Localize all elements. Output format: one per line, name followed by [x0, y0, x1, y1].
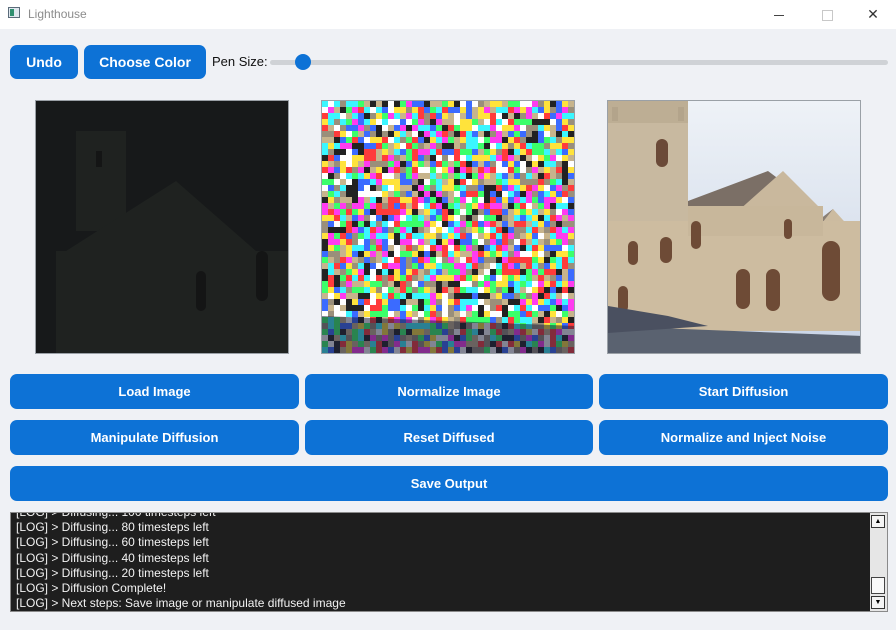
log-lines: [LOG] > Diffusing... 100 timesteps left[… [16, 512, 867, 611]
normalize-image-button[interactable]: Normalize Image [305, 374, 593, 409]
log-scrollbar[interactable]: ▲ ▼ [870, 513, 887, 611]
load-image-button[interactable]: Load Image [10, 374, 299, 409]
pen-size-slider[interactable] [270, 60, 888, 65]
log-line: [LOG] > Diffusing... 100 timesteps left [16, 512, 216, 519]
close-icon[interactable]: ✕ [850, 0, 896, 29]
undo-button[interactable]: Undo [10, 45, 78, 79]
log-console[interactable]: [LOG] > Diffusing... 100 timesteps left[… [10, 512, 888, 612]
start-diffusion-button[interactable]: Start Diffusion [599, 374, 888, 409]
log-line: [LOG] > Diffusing... 40 timesteps left [16, 550, 209, 565]
output-image[interactable] [607, 100, 861, 354]
choose-color-button[interactable]: Choose Color [84, 45, 206, 79]
manipulate-diffusion-button[interactable]: Manipulate Diffusion [10, 420, 299, 455]
normalize-inject-noise-button[interactable]: Normalize and Inject Noise [599, 420, 888, 455]
title-bar: Lighthouse ✕ [0, 0, 896, 29]
log-line: [LOG] > Diffusing... 60 timesteps left [16, 535, 209, 550]
save-output-button[interactable]: Save Output [10, 466, 888, 501]
log-line: [LOG] > Next steps: Save image or manipu… [16, 596, 346, 611]
maximize-icon[interactable] [804, 0, 850, 29]
scroll-up-icon[interactable]: ▲ [871, 515, 885, 528]
minimize-icon[interactable] [756, 0, 802, 29]
log-line: [LOG] > Diffusing... 20 timesteps left [16, 565, 209, 580]
app-icon [8, 7, 20, 18]
pen-size-label: Pen Size: [212, 54, 268, 69]
scroll-down-icon[interactable]: ▼ [871, 596, 885, 609]
log-line: [LOG] > Diffusion Complete! [16, 581, 167, 596]
noisy-image[interactable] [321, 100, 575, 354]
window-title: Lighthouse [28, 7, 87, 21]
scroll-thumb[interactable] [871, 577, 885, 594]
log-line: [LOG] > Diffusing... 80 timesteps left [16, 520, 209, 535]
original-image[interactable] [35, 100, 289, 354]
reset-diffused-button[interactable]: Reset Diffused [305, 420, 593, 455]
pen-size-slider-handle[interactable] [294, 54, 311, 70]
